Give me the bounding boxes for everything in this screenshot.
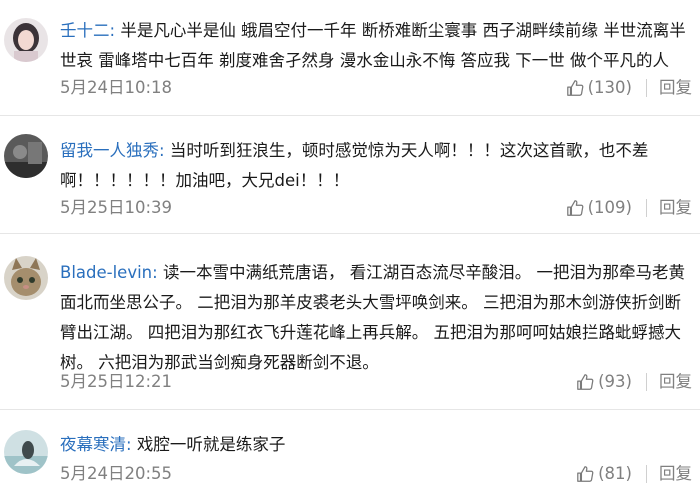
- comment-meta: 5月25日12:21 (93) 回复: [60, 368, 692, 396]
- comment-meta: 5月24日10:18 (130) 回复: [60, 74, 692, 102]
- comment-list: 壬十二: 半是凡心半是仙 蛾眉空付一千年 断桥难断尘寰事 西子湖畔续前缘 半世流…: [0, 0, 700, 504]
- comment-actions: (93) 回复: [576, 368, 692, 396]
- like-button[interactable]: (93): [576, 368, 632, 396]
- comment-item: 壬十二: 半是凡心半是仙 蛾眉空付一千年 断桥难断尘寰事 西子湖畔续前缘 半世流…: [0, 0, 700, 116]
- like-count: (109): [587, 198, 632, 217]
- comment-username[interactable]: 留我一人独秀:: [60, 141, 165, 160]
- comment-username[interactable]: Blade-levin:: [60, 263, 158, 282]
- reply-link[interactable]: 回复: [659, 460, 692, 488]
- comment-timestamp: 5月24日20:55: [60, 464, 173, 483]
- divider: [646, 199, 647, 217]
- comment-body: 留我一人独秀: 当时听到狂浪生，顿时感觉惊为天人啊！！！这次这首歌，也不差啊！！…: [60, 136, 690, 196]
- comment-item: Blade-levin: 读一本雪中满纸荒唐语， 看江湖百态流尽辛酸泪。 一把泪…: [0, 234, 700, 410]
- like-count: (81): [598, 464, 632, 483]
- reply-link[interactable]: 回复: [659, 74, 692, 102]
- comment-body: 壬十二: 半是凡心半是仙 蛾眉空付一千年 断桥难断尘寰事 西子湖畔续前缘 半世流…: [60, 16, 690, 76]
- avatar[interactable]: [4, 134, 48, 178]
- comment-actions: (81) 回复: [576, 460, 692, 488]
- comment-meta: 5月25日10:39 (109) 回复: [60, 194, 692, 222]
- reply-link[interactable]: 回复: [659, 194, 692, 222]
- comment-text: 半是凡心半是仙 蛾眉空付一千年 断桥难断尘寰事 西子湖畔续前缘 半世流离半世哀 …: [60, 21, 686, 70]
- like-count: (130): [587, 78, 632, 97]
- divider: [646, 465, 647, 483]
- comment-actions: (130) 回复: [566, 74, 692, 102]
- comment-timestamp: 5月25日12:21: [60, 372, 173, 391]
- comment-username[interactable]: 夜幕寒清:: [60, 435, 132, 454]
- comment-timestamp: 5月24日10:18: [60, 78, 173, 97]
- comment-item: 留我一人独秀: 当时听到狂浪生，顿时感觉惊为天人啊！！！这次这首歌，也不差啊！！…: [0, 116, 700, 234]
- like-count: (93): [598, 372, 632, 391]
- comment-item: 夜幕寒清: 戏腔一听就是练家子 5月24日20:55 (81) 回复: [0, 410, 700, 504]
- divider: [646, 79, 647, 97]
- comment-body: 夜幕寒清: 戏腔一听就是练家子: [60, 430, 690, 460]
- divider: [646, 373, 647, 391]
- reply-link[interactable]: 回复: [659, 368, 692, 396]
- avatar[interactable]: [4, 256, 48, 300]
- thumbs-up-icon: [577, 466, 594, 482]
- like-button[interactable]: (81): [576, 460, 632, 488]
- thumbs-up-icon: [577, 374, 594, 390]
- comment-actions: (109) 回复: [566, 194, 692, 222]
- comment-meta: 5月24日20:55 (81) 回复: [60, 460, 692, 488]
- avatar[interactable]: [4, 430, 48, 474]
- thumbs-up-icon: [566, 80, 584, 96]
- comment-body: Blade-levin: 读一本雪中满纸荒唐语， 看江湖百态流尽辛酸泪。 一把泪…: [60, 258, 690, 378]
- comment-username[interactable]: 壬十二:: [60, 21, 115, 40]
- like-button[interactable]: (109): [566, 194, 632, 222]
- comment-text: 戏腔一听就是练家子: [136, 435, 286, 454]
- avatar[interactable]: [4, 18, 48, 62]
- thumbs-up-icon: [566, 200, 584, 216]
- comment-timestamp: 5月25日10:39: [60, 198, 173, 217]
- like-button[interactable]: (130): [566, 74, 632, 102]
